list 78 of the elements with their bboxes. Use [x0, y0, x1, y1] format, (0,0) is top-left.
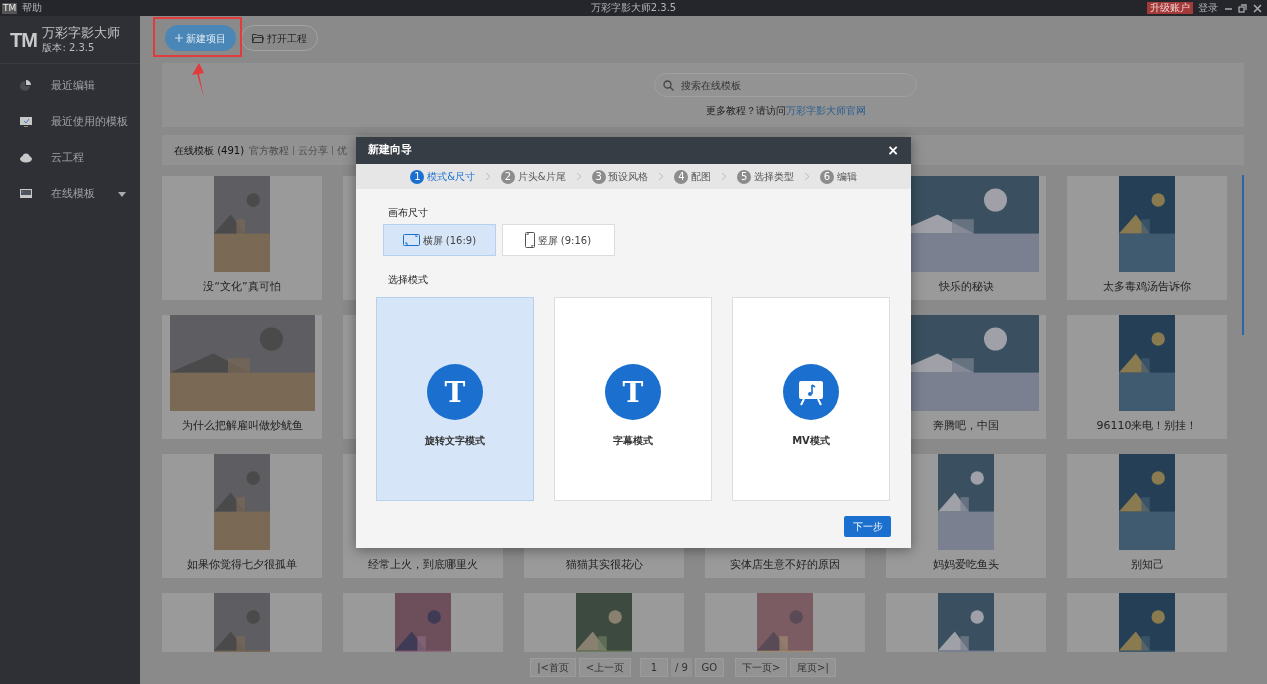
app-badge: TM [2, 2, 18, 14]
version-label: 版本: 2.3.5 [42, 41, 96, 55]
pie-icon [20, 80, 32, 92]
card-title[interactable]: 太多毒鸡汤告诉你 [1103, 279, 1191, 296]
app-logo: TM [10, 29, 37, 52]
monitor-icon [20, 116, 32, 128]
filter-tab[interactable]: 在线模板 (491) [174, 142, 245, 158]
text-mode-icon: T [427, 364, 483, 420]
step-label[interactable]: 选择类型 [753, 169, 794, 184]
chevron-icon [658, 172, 665, 181]
landscape-screen-icon [402, 234, 420, 246]
text-mode-icon: T [605, 364, 661, 420]
mode-card[interactable]: T 字幕模式 [554, 297, 712, 501]
card-title[interactable]: 猫猫其实很花心 [565, 557, 643, 574]
filter-tab[interactable]: 云分享 [298, 142, 329, 158]
step-number[interactable]: 5 [737, 169, 752, 184]
section-label: 画布尺寸 [388, 206, 429, 220]
first-page-button[interactable]: |<首页 [530, 657, 576, 677]
help-menu[interactable]: 帮助 [22, 3, 43, 13]
app-name: 万彩字影大师 [42, 26, 121, 40]
step-number[interactable]: 2 [501, 169, 515, 184]
last-page-button[interactable]: 尾页>| [790, 657, 836, 677]
chevron-icon [803, 172, 810, 181]
caret-icon [118, 191, 126, 197]
plus-icon [175, 34, 183, 42]
sidebar-item[interactable]: 云工程 [51, 149, 84, 167]
card-title[interactable]: 经常上火，到底哪里火 [368, 557, 478, 574]
restore-icon [1238, 3, 1247, 13]
sidebar-item[interactable]: 最近使用的模板 [51, 113, 128, 131]
close-button[interactable]: × [887, 140, 899, 161]
filter-tab[interactable]: 官方教程 [249, 142, 290, 158]
card-title[interactable]: 如果你觉得七夕很孤单 [187, 557, 297, 574]
card-title[interactable]: 为什么把解雇叫做炒鱿鱼 [181, 418, 303, 435]
step-label[interactable]: 片头&片尾 [517, 169, 566, 184]
sidebar-item[interactable]: 最近编辑 [51, 77, 95, 95]
portrait-screen-icon [524, 232, 535, 248]
step-label[interactable]: 编辑 [836, 169, 857, 184]
card-title[interactable]: 快乐的秘诀 [938, 279, 994, 296]
upgrade-button[interactable]: 升级账户 [1146, 2, 1193, 14]
chevron-icon [721, 172, 728, 181]
canvas-option[interactable]: 横屏 (16:9) [383, 224, 496, 256]
card-title[interactable]: 奔腾吧，中国 [933, 418, 999, 435]
go-button[interactable]: GO [694, 657, 725, 677]
mode-card[interactable]: T 旋转文字模式 [376, 297, 534, 501]
canvas-option[interactable]: 竖屏 (9:16) [501, 224, 615, 256]
step-label[interactable]: 模式&尺寸 [427, 169, 475, 184]
help-text: 更多教程？请访问 [705, 104, 786, 118]
login-link[interactable]: 登录 [1198, 3, 1218, 13]
page-field[interactable]: 1 [639, 657, 669, 677]
scrollbar-thumb[interactable] [1242, 175, 1244, 335]
card-title[interactable]: 实体店生意不好的原因 [730, 557, 840, 574]
step-number[interactable]: 3 [591, 169, 606, 184]
new-project-button[interactable]: 新建项目 [165, 25, 236, 51]
next-button[interactable]: 下一步 [844, 516, 891, 537]
folder-icon [252, 33, 265, 43]
step-label[interactable]: 配图 [691, 169, 712, 184]
search-field[interactable]: 搜索在线模板 [654, 73, 917, 97]
step-label[interactable]: 预设风格 [608, 169, 649, 184]
page-total: / 9 [670, 657, 692, 677]
step-number[interactable]: 1 [410, 169, 425, 184]
card-title[interactable]: 妈妈爱吃鱼头 [933, 557, 999, 574]
window-title: 万彩字影大师2.3.5 [590, 3, 677, 13]
chevron-icon [485, 172, 491, 181]
chevron-icon [575, 172, 582, 181]
card-title[interactable]: 没“文化”真可怕 [203, 279, 281, 296]
step-number[interactable]: 4 [674, 169, 689, 184]
cloud-icon [20, 152, 32, 164]
card-title[interactable]: 96110来电！别挂！ [1096, 418, 1198, 435]
filter-tab[interactable]: 优 [337, 142, 348, 158]
step-number[interactable]: 6 [819, 169, 834, 184]
close-icon [1252, 3, 1262, 13]
sidebar-item[interactable]: 在线模板 [51, 185, 95, 203]
screen-icon [20, 188, 32, 200]
search-icon [663, 80, 674, 91]
card-title[interactable]: 别知己 [1130, 557, 1164, 574]
dialog-title: 新建向导 [368, 142, 412, 159]
mode-card[interactable]: MV模式 [732, 297, 890, 501]
section-label: 选择模式 [388, 273, 429, 287]
